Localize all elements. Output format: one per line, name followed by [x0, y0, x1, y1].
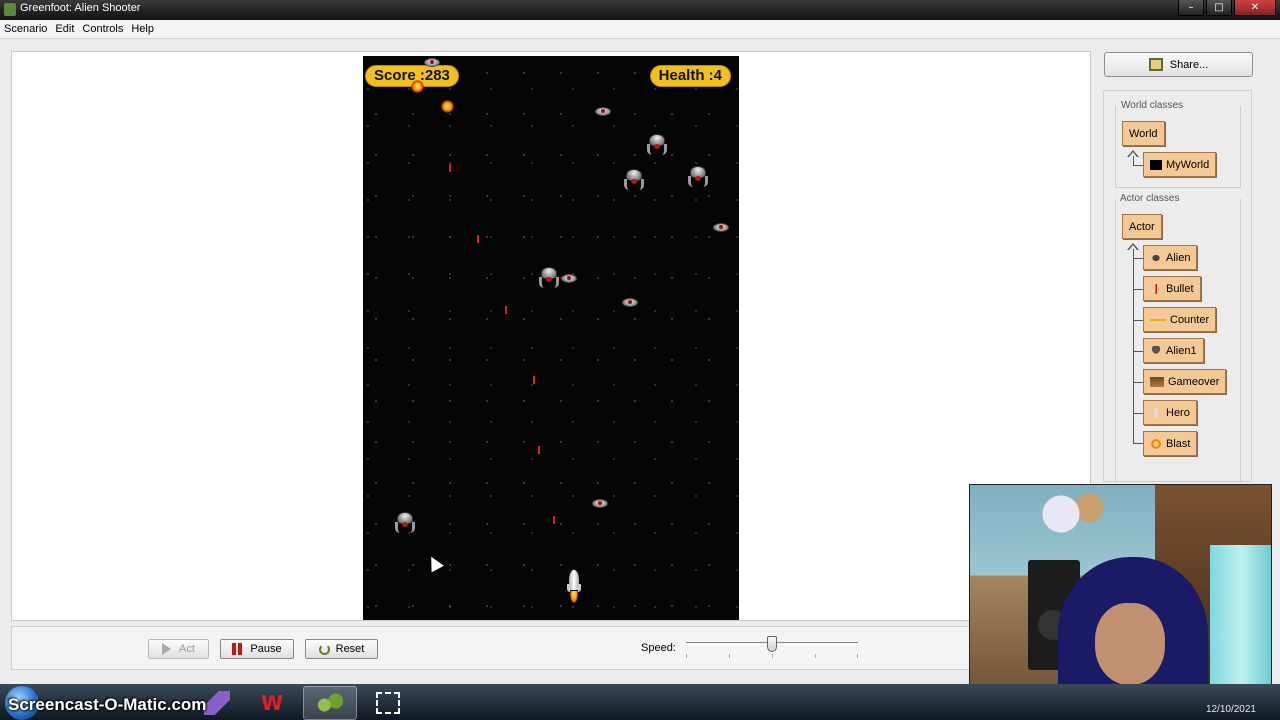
alien-sprite — [421, 55, 443, 69]
window-controls: – □ ✕ — [1176, 0, 1276, 16]
wps-icon: W — [260, 691, 284, 715]
act-label: Act — [179, 643, 195, 655]
alien1-sprite — [394, 512, 416, 534]
snipping-tool-taskbar-button[interactable] — [361, 686, 415, 720]
greenfoot-taskbar-button[interactable] — [303, 686, 357, 720]
menu-help[interactable]: Help — [131, 23, 154, 35]
alien-icon — [1150, 252, 1162, 263]
class-bullet[interactable]: Bullet — [1143, 276, 1201, 301]
speed-slider-thumb[interactable] — [767, 636, 777, 652]
alien-sprite — [589, 496, 611, 510]
screencast-watermark: Screencast-O-Matic.com — [8, 695, 207, 714]
menu-bar: Scenario Edit Controls Help — [0, 20, 1280, 39]
speed-label: Speed: — [641, 642, 676, 654]
menu-edit[interactable]: Edit — [55, 23, 74, 35]
bullet-sprite — [553, 516, 555, 524]
pause-button[interactable]: Pause — [220, 639, 294, 659]
class-label: Actor — [1129, 220, 1155, 233]
webcam-overlay — [969, 484, 1272, 712]
gameover-icon — [1150, 376, 1164, 387]
counter-icon — [1150, 314, 1166, 325]
class-label: Alien1 — [1166, 344, 1197, 357]
reset-icon — [318, 643, 330, 655]
class-myworld[interactable]: MyWorld — [1143, 152, 1217, 177]
bullet-sprite — [533, 376, 535, 384]
alien1-sprite — [623, 169, 645, 191]
menu-scenario[interactable]: Scenario — [4, 23, 47, 35]
health-counter: Health :4 — [649, 65, 731, 87]
class-label: Hero — [1166, 406, 1190, 419]
class-label: MyWorld — [1166, 158, 1210, 171]
clock: 12/10/2021 — [1205, 704, 1256, 715]
title-bar: Greenfoot: Alien Shooter – □ ✕ — [0, 0, 1280, 20]
menu-controls[interactable]: Controls — [82, 23, 123, 35]
act-button[interactable]: Act — [148, 639, 209, 659]
close-button[interactable]: ✕ — [1234, 0, 1276, 16]
class-label: Bullet — [1166, 282, 1194, 295]
reset-button[interactable]: Reset — [305, 639, 378, 659]
blast-sprite — [441, 100, 454, 113]
alien1-icon — [1150, 345, 1162, 356]
greenfoot-icon — [316, 693, 344, 713]
share-label: Share... — [1169, 58, 1209, 71]
alien1-sprite — [646, 134, 668, 156]
share-icon — [1148, 58, 1163, 71]
window-title: Greenfoot: Alien Shooter — [20, 2, 141, 14]
class-label: Counter — [1170, 313, 1210, 326]
visual-studio-icon — [204, 691, 230, 715]
bullet-sprite — [538, 446, 540, 454]
alien-sprite — [710, 220, 732, 234]
blast-icon — [1150, 437, 1162, 450]
bullet-icon — [1150, 283, 1162, 294]
pause-icon — [232, 643, 243, 655]
maximize-button[interactable]: □ — [1206, 0, 1232, 16]
blast-sprite — [411, 80, 424, 93]
play-step-icon — [162, 643, 172, 655]
bullet-sprite — [505, 306, 507, 314]
bullet-sprite — [449, 164, 451, 172]
alien-sprite — [558, 271, 580, 285]
class-gameover[interactable]: Gameover — [1143, 369, 1227, 394]
greenfoot-app-icon — [4, 3, 16, 16]
class-hero[interactable]: Hero — [1143, 400, 1197, 425]
game-world[interactable]: Score :283 Health :4 — [363, 56, 739, 620]
class-label: Alien — [1166, 251, 1191, 264]
reset-label: Reset — [335, 643, 365, 655]
wps-taskbar-button[interactable]: W — [245, 686, 299, 720]
alien-sprite — [592, 104, 614, 118]
snipping-tool-icon — [376, 692, 400, 714]
class-actor[interactable]: Actor — [1122, 214, 1162, 239]
minimize-button[interactable]: – — [1178, 0, 1204, 16]
class-world[interactable]: World — [1122, 121, 1165, 146]
class-blast[interactable]: Blast — [1143, 431, 1198, 456]
class-label: World — [1129, 127, 1158, 140]
hero-rocket — [567, 570, 581, 604]
hero-icon — [1150, 407, 1162, 418]
class-counter[interactable]: Counter — [1143, 307, 1217, 332]
alien1-sprite — [687, 166, 709, 188]
alien1-sprite — [538, 267, 560, 289]
class-label: Gameover — [1168, 375, 1220, 388]
bullet-sprite — [477, 235, 479, 243]
class-label: Blast — [1166, 437, 1191, 450]
alien-sprite — [619, 295, 641, 309]
pause-label: Pause — [250, 643, 282, 655]
class-alien[interactable]: Alien — [1143, 245, 1198, 270]
share-button[interactable]: Share... — [1104, 52, 1253, 77]
class-alien1[interactable]: Alien1 — [1143, 338, 1204, 363]
black-square-icon — [1150, 159, 1162, 170]
